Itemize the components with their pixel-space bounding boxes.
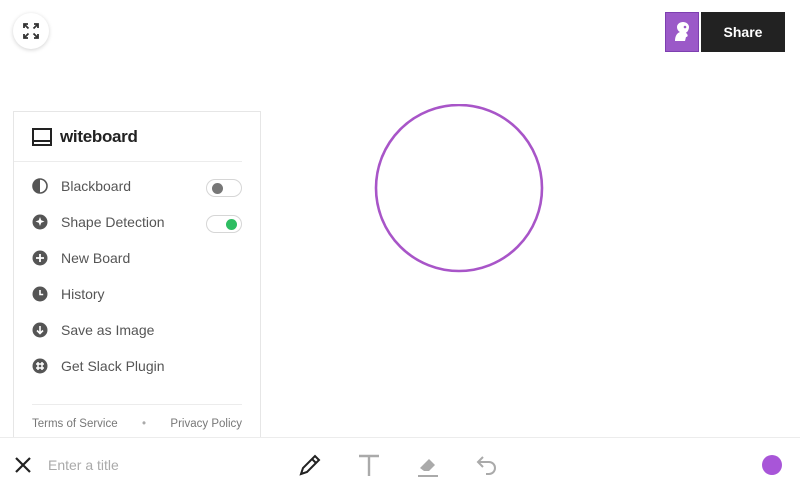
sidebar-item-history[interactable]: History (14, 276, 260, 312)
shape-detect-icon (31, 213, 49, 231)
brand-name: witeboard (60, 126, 138, 146)
sidebar-item-label: History (61, 286, 105, 302)
undo-tool[interactable] (473, 451, 501, 479)
text-icon (359, 454, 379, 476)
avatar[interactable] (665, 12, 699, 52)
sidebar-item-label: Save as Image (61, 322, 155, 338)
sidebar-item-label: Shape Detection (61, 214, 165, 230)
slack-icon (31, 357, 49, 375)
toggle-knob (226, 219, 237, 230)
terms-link[interactable]: Terms of Service (32, 418, 118, 430)
title-input[interactable] (48, 454, 248, 476)
download-icon (31, 321, 49, 339)
sidebar-item-label: Blackboard (61, 178, 132, 194)
sidebar-item-shape-detection[interactable]: Shape Detection (14, 204, 260, 240)
eraser-icon (418, 459, 438, 477)
share-group: Share (665, 12, 785, 52)
menu-list: Blackboard Shape Detection New Board His… (14, 162, 260, 384)
blackboard-toggle[interactable] (206, 179, 242, 197)
sidebar-item-label: New Board (61, 250, 131, 266)
shape-detection-toggle[interactable] (206, 215, 242, 233)
brand: witeboard (14, 112, 242, 162)
contrast-icon (31, 177, 49, 195)
plus-circle-icon (31, 249, 49, 267)
share-button[interactable]: Share (701, 12, 785, 52)
expand-icon (23, 23, 39, 39)
close-icon (15, 457, 31, 473)
sidebar-item-slack-plugin[interactable]: Get Slack Plugin (14, 348, 260, 384)
sidebar-item-blackboard[interactable]: Blackboard (14, 168, 260, 204)
text-tool[interactable] (355, 451, 383, 479)
color-picker[interactable] (762, 455, 782, 475)
fullscreen-button[interactable] (13, 13, 49, 49)
sidebar-menu: witeboard Blackboard Shape Detection New… (13, 111, 261, 442)
whiteboard-app: Share witeboard Blackboard Shape Detecti… (0, 0, 800, 491)
bottom-toolbar (0, 437, 800, 491)
pencil-icon (299, 454, 321, 476)
eraser-tool[interactable] (414, 451, 442, 479)
user-avatar-icon (675, 22, 689, 41)
clock-icon (31, 285, 49, 303)
pencil-tool[interactable] (296, 451, 324, 479)
sidebar-item-save-as-image[interactable]: Save as Image (14, 312, 260, 348)
witeboard-logo-icon (32, 127, 52, 146)
undo-icon (476, 456, 496, 475)
panel-footer: Terms of Service • Privacy Policy (32, 404, 242, 430)
toggle-knob (212, 183, 223, 194)
drawn-circle[interactable] (374, 104, 546, 276)
footer-separator: • (142, 418, 147, 430)
sidebar-item-new-board[interactable]: New Board (14, 240, 260, 276)
sidebar-item-label: Get Slack Plugin (61, 358, 165, 374)
privacy-link[interactable]: Privacy Policy (170, 418, 242, 430)
circle-stroke (374, 104, 544, 273)
close-button[interactable] (13, 455, 33, 475)
